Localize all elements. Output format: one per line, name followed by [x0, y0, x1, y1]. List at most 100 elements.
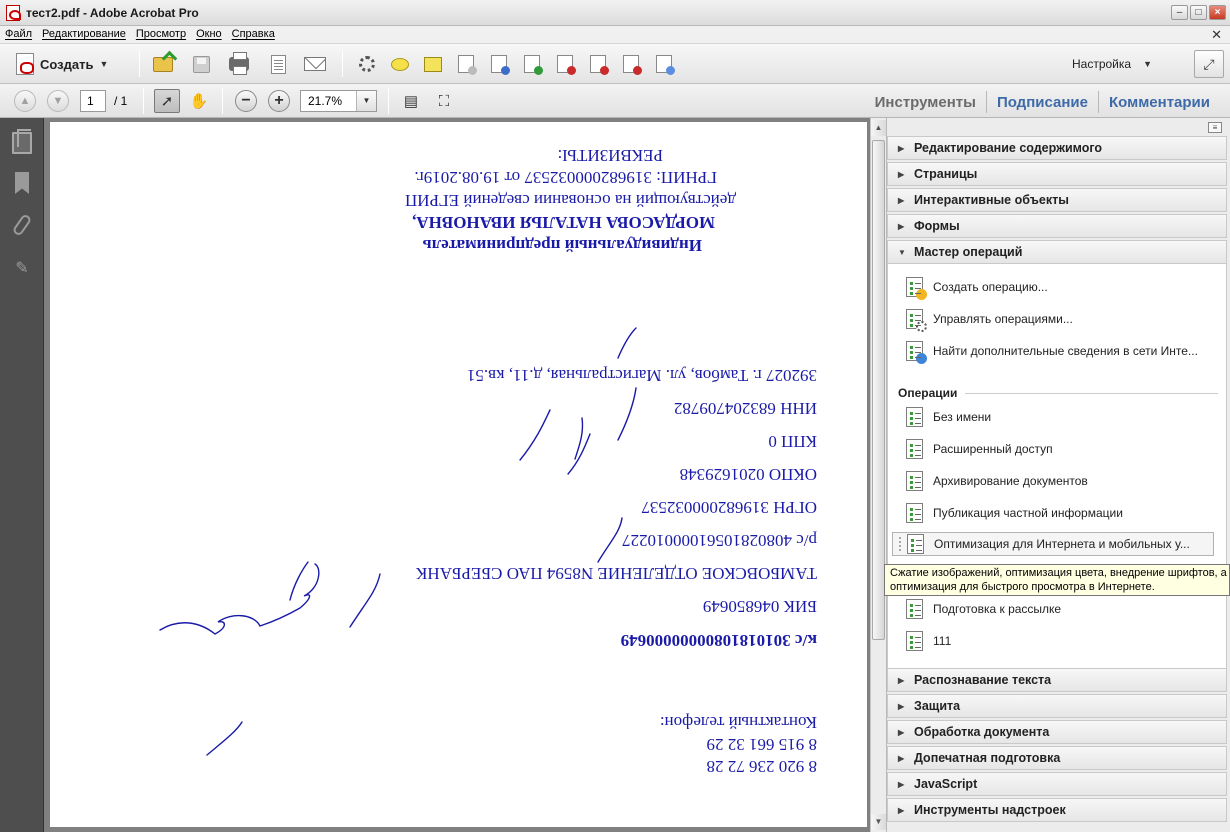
arrow-down-icon: ▼: [52, 95, 64, 107]
operation-item[interactable]: Без имени: [906, 405, 1216, 429]
pdf-page: Индивидуальный предприниматель МОРДАСОВА…: [50, 122, 867, 827]
navigation-toolbar: ▲ ▼ 1 / 1 ➚ ✋ − + 21.7% ▼ ▤ ⛶ Инструмент…: [0, 84, 1230, 118]
save-icon[interactable]: [190, 54, 212, 74]
page-total: / 1: [114, 94, 128, 108]
triangle-right-icon: ▶: [898, 779, 905, 789]
fit-page-icon: ▤: [403, 93, 419, 110]
email-icon[interactable]: [304, 54, 326, 74]
tab-sign[interactable]: Подписание: [987, 94, 1098, 111]
section-forms[interactable]: ▶ Формы: [887, 214, 1227, 238]
document-vertical-scrollbar[interactable]: ▲ ▼: [870, 118, 886, 832]
menu-edit[interactable]: Редактирование: [37, 26, 131, 40]
triangle-right-icon: ▶: [898, 805, 905, 815]
chevron-down-icon[interactable]: ▼: [356, 91, 376, 111]
fit-page-button[interactable]: ▤: [398, 89, 424, 113]
document-viewport[interactable]: Индивидуальный предприниматель МОРДАСОВА…: [44, 118, 870, 832]
navigation-pane: ✎: [0, 118, 44, 832]
menu-view[interactable]: Просмотр: [131, 26, 191, 40]
expand-arrows-icon: ⤢: [1203, 55, 1215, 72]
attachment-paperclip-icon[interactable]: [11, 213, 33, 237]
drag-grip-icon: [899, 537, 901, 551]
hand-icon: ✋: [189, 93, 209, 110]
export-page-icon[interactable]: [521, 54, 543, 75]
scroll-down-arrow-icon[interactable]: ▼: [871, 814, 886, 830]
zoom-out-button[interactable]: −: [235, 90, 257, 112]
close-document-icon[interactable]: ✕: [1211, 27, 1222, 43]
select-tool-button[interactable]: ➚: [154, 89, 180, 113]
section-interactive-objects[interactable]: ▶ Интерактивные объекты: [887, 188, 1227, 212]
gear-icon[interactable]: [356, 54, 378, 74]
section-document-processing[interactable]: ▶ Обработка документа: [887, 720, 1227, 744]
settings-label: Настройка: [1072, 57, 1132, 71]
main-toolbar: Создать ▼ Настройка ▼ ⤢: [0, 44, 1230, 84]
operation-item[interactable]: Архивирование документов: [906, 469, 1216, 493]
section-edit-content[interactable]: ▶ Редактирование содержимого: [887, 136, 1227, 160]
menu-window[interactable]: Окно: [191, 26, 227, 40]
section-protection[interactable]: ▶ Защита: [887, 694, 1227, 718]
close-window-button[interactable]: ×: [1209, 5, 1226, 20]
previous-page-button[interactable]: ▲: [14, 90, 36, 112]
operation-item-hovered[interactable]: Оптимизация для Интернета и мобильных у.…: [892, 532, 1214, 556]
zoom-value: 21.7%: [308, 94, 343, 108]
action-list-icon: [907, 534, 924, 554]
print-icon[interactable]: [228, 52, 250, 75]
remove-page-icon[interactable]: [455, 54, 477, 75]
page-thumbnails-icon[interactable]: [12, 129, 32, 154]
tab-tools[interactable]: Инструменты: [865, 94, 986, 111]
minimize-button[interactable]: –: [1171, 5, 1188, 20]
manage-actions-item[interactable]: Управлять операциями...: [906, 307, 1216, 332]
handwritten-signature: [159, 327, 637, 756]
signature-pen-icon[interactable]: ✎: [12, 258, 32, 280]
sticky-note-icon[interactable]: [422, 54, 444, 74]
section-text-recognition[interactable]: ▶ Распознавание текста: [887, 668, 1227, 692]
section-action-wizard[interactable]: ▼ Мастер операций: [887, 240, 1227, 264]
scroll-up-arrow-icon[interactable]: ▲: [871, 120, 886, 136]
tab-comments[interactable]: Комментарии: [1099, 94, 1220, 111]
action-list-icon: [906, 599, 923, 619]
menu-help[interactable]: Справка: [227, 26, 280, 40]
section-javascript[interactable]: ▶ JavaScript: [887, 772, 1227, 796]
settings-dropdown[interactable]: Настройка ▼: [1072, 57, 1152, 71]
panel-options-icon[interactable]: ≡: [1208, 122, 1222, 133]
zoom-in-button[interactable]: +: [268, 90, 290, 112]
operation-item[interactable]: 111: [906, 629, 1216, 653]
triangle-right-icon: ▶: [898, 195, 905, 205]
operation-item[interactable]: Публикация частной информации: [906, 501, 1216, 525]
action-list-icon: [906, 439, 923, 459]
bookmark-icon[interactable]: [15, 172, 29, 194]
create-button[interactable]: Создать ▼: [12, 52, 112, 76]
fullscreen-expand-button[interactable]: ⤢: [1194, 50, 1224, 78]
protect-page-icon[interactable]: [620, 54, 642, 75]
redact-page-icon[interactable]: [587, 54, 609, 75]
triangle-right-icon: ▶: [898, 143, 905, 153]
edit-page-icon[interactable]: [267, 54, 289, 74]
action-list-gear-icon: [906, 309, 927, 332]
triangle-down-icon: ▼: [898, 247, 906, 257]
find-page-icon[interactable]: [488, 54, 510, 75]
action-wizard-body: Создать операцию... Управлять операциями…: [887, 264, 1227, 674]
operation-item[interactable]: Подготовка к рассылке: [906, 597, 1216, 621]
fit-width-icon: ⛶: [438, 92, 450, 110]
plus-icon: +: [274, 92, 284, 109]
fit-width-button[interactable]: ⛶: [431, 89, 457, 113]
section-print-production[interactable]: ▶ Допечатная подготовка: [887, 746, 1227, 770]
comment-bubble-icon[interactable]: [389, 54, 411, 74]
open-folder-icon[interactable]: [152, 54, 174, 74]
next-page-button[interactable]: ▼: [47, 90, 69, 112]
sign-page-icon[interactable]: [554, 54, 576, 75]
hand-tool-button[interactable]: ✋: [186, 89, 212, 113]
menu-file[interactable]: Файл: [0, 26, 37, 40]
zoom-select[interactable]: 21.7% ▼: [300, 90, 377, 112]
operation-item[interactable]: Расширенный доступ: [906, 437, 1216, 461]
find-more-online-item[interactable]: Найти дополнительные сведения в сети Инт…: [906, 339, 1216, 364]
section-addon-tools[interactable]: ▶ Инструменты надстроек: [887, 798, 1227, 822]
menu-bar: Файл Редактирование Просмотр Окно Справка ✕: [0, 26, 1230, 44]
section-pages[interactable]: ▶ Страницы: [887, 162, 1227, 186]
create-button-label: Создать: [40, 56, 94, 72]
create-action-item[interactable]: Создать операцию...: [906, 275, 1216, 300]
combine-page-icon[interactable]: [653, 54, 675, 75]
maximize-button[interactable]: □: [1190, 5, 1207, 20]
create-pdf-icon: [16, 53, 34, 75]
page-number-input[interactable]: 1: [80, 90, 106, 112]
triangle-right-icon: ▶: [898, 675, 905, 685]
